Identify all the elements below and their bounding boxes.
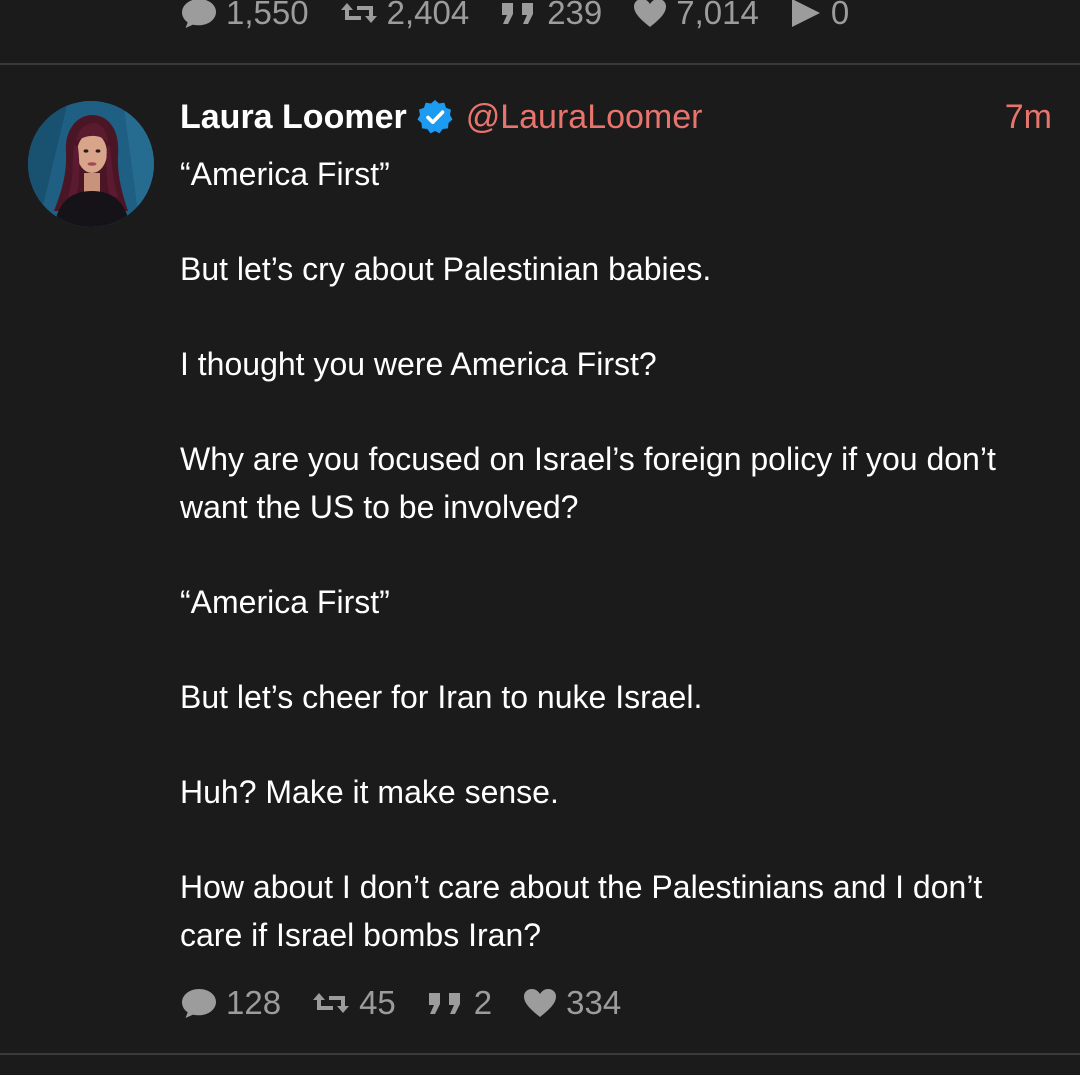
retweet-count: 45: [359, 984, 396, 1021]
avatar[interactable]: [28, 101, 154, 227]
retweet-icon: [339, 0, 379, 28]
reply-count: 128: [226, 984, 282, 1021]
heart-icon: [632, 0, 668, 29]
speech-bubble-icon: [180, 986, 218, 1020]
post-paragraph: Huh? Make it make sense.: [180, 774, 559, 810]
retweet-count-button[interactable]: 45: [311, 984, 396, 1022]
post-stats: 128 45 2 334: [180, 984, 651, 1022]
retweet-count-button[interactable]: 2,404: [339, 0, 470, 32]
author-name[interactable]: Laura Loomer: [180, 98, 407, 137]
post-paragraph: Why are you focused on Israel’s foreign …: [180, 441, 996, 525]
post-paragraph: I thought you were America First?: [180, 346, 657, 382]
retweet-count: 2,404: [386, 0, 470, 31]
like-count-button[interactable]: 7,014: [632, 0, 759, 32]
feed: 1,550 2,404 239 7,014 0 Laura Loomer @La…: [0, 0, 1080, 1075]
post-paragraph: “America First”: [180, 156, 390, 192]
view-count-button[interactable]: 0: [789, 0, 849, 32]
post-divider: [0, 1053, 1080, 1055]
like-count-button[interactable]: 334: [522, 984, 621, 1022]
quote-count-button[interactable]: 239: [499, 0, 602, 32]
quote-icon: [499, 0, 539, 27]
post-timestamp[interactable]: 7m: [1005, 98, 1052, 137]
reply-count-button[interactable]: 128: [180, 984, 281, 1022]
quote-icon: [426, 989, 466, 1017]
post-paragraph: How about I don’t care about the Palesti…: [180, 869, 983, 953]
post-divider: [0, 63, 1080, 65]
play-icon: [789, 0, 823, 29]
view-count: 0: [830, 0, 850, 31]
retweet-icon: [311, 988, 351, 1018]
like-count: 7,014: [676, 0, 759, 31]
heart-icon: [522, 987, 558, 1019]
post-paragraph: But let’s cheer for Iran to nuke Israel.: [180, 679, 703, 715]
post-paragraph: But let’s cry about Palestinian babies.: [180, 251, 712, 287]
quote-count-button[interactable]: 2: [426, 984, 492, 1022]
quote-count: 239: [547, 0, 603, 31]
like-count: 334: [566, 984, 622, 1021]
post-header: Laura Loomer @LauraLoomer 7m: [180, 92, 1052, 142]
post-text: “America First” But let’s cry about Pale…: [180, 150, 1040, 959]
speech-bubble-icon: [180, 0, 218, 30]
post-paragraph: “America First”: [180, 584, 390, 620]
reply-count: 1,550: [226, 0, 309, 31]
reply-count-button[interactable]: 1,550: [180, 0, 309, 32]
previous-post-stats: 1,550 2,404 239 7,014 0: [180, 0, 879, 32]
quote-count: 2: [473, 984, 493, 1021]
author-handle[interactable]: @LauraLoomer: [466, 98, 703, 137]
verified-badge-icon: [416, 98, 454, 136]
